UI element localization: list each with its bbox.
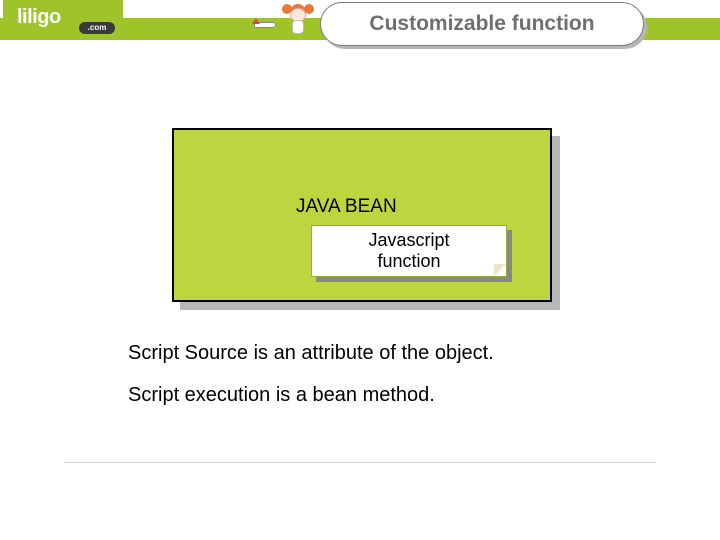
mascot-icon — [252, 0, 316, 42]
javascript-function-label: Javascript function — [368, 230, 449, 271]
logo-badge: liligo .com — [3, 0, 123, 38]
footer-divider — [64, 462, 656, 463]
slide-title-text: Customizable function — [369, 12, 594, 36]
logo-text: liligo — [17, 6, 61, 29]
header-bar: liligo .com Customizable function — [0, 0, 720, 46]
javascript-function-box: Javascript function — [311, 225, 507, 277]
description-line-1: Script Source is an attribute of the obj… — [128, 342, 494, 365]
girl-icon — [280, 0, 316, 40]
slide-title: Customizable function — [320, 2, 644, 46]
logo-suffix: .com — [79, 22, 115, 34]
page-fold-icon — [494, 264, 506, 276]
description-line-2: Script execution is a bean method. — [128, 384, 435, 407]
java-bean-label: JAVA BEAN — [296, 196, 397, 218]
